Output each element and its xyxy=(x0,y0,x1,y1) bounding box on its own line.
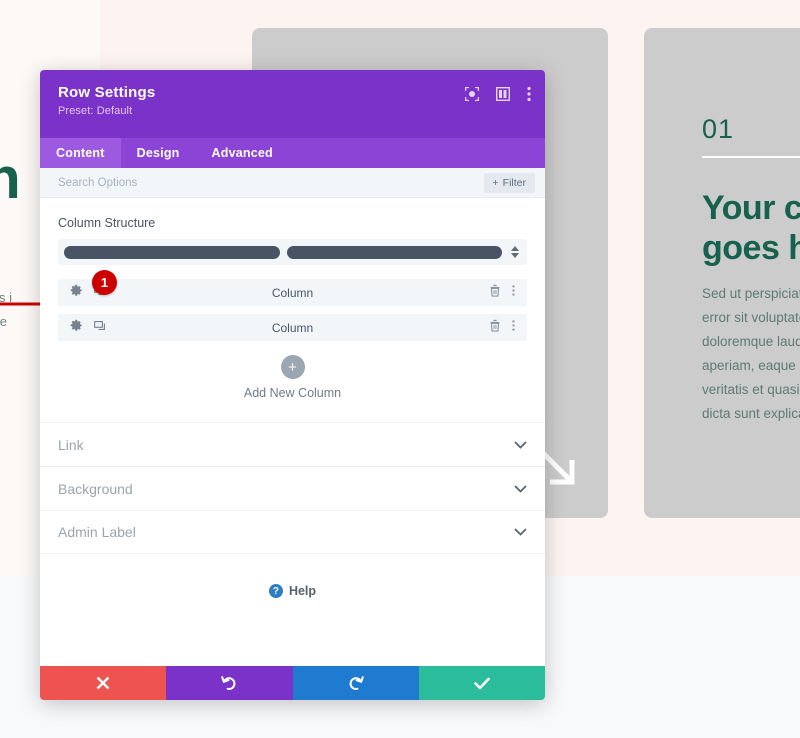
accordion-item-link[interactable]: Link xyxy=(40,422,545,466)
help-link[interactable]: ? Help xyxy=(40,584,545,598)
modal-footer xyxy=(40,666,545,700)
tab-design[interactable]: Design xyxy=(121,138,196,168)
search-bar: Search Options + Filter xyxy=(40,168,545,198)
tab-advanced[interactable]: Advanced xyxy=(196,138,289,168)
step-badge-1: 1 xyxy=(92,270,117,295)
accordion-item-admin-label[interactable]: Admin Label xyxy=(40,510,545,554)
kebab-menu-icon[interactable] xyxy=(527,86,531,102)
checkmark-icon xyxy=(474,677,490,689)
chevron-down-icon xyxy=(514,440,527,449)
gear-icon[interactable] xyxy=(70,319,83,337)
column-list: 1 Column Column xyxy=(58,270,527,341)
redo-button[interactable] xyxy=(292,666,419,700)
duplicate-icon[interactable] xyxy=(94,319,107,337)
modal-header: Row Settings Preset: Default xyxy=(40,70,545,138)
help-label: Help xyxy=(288,584,317,598)
column-row-actions-right xyxy=(489,319,515,337)
accordion-item-background[interactable]: Background xyxy=(40,466,545,510)
modal-body: Column Structure 1 Column Column + Add N… xyxy=(40,198,545,666)
trash-icon[interactable] xyxy=(489,284,501,302)
column-structure-selector[interactable] xyxy=(58,239,527,265)
column-row-actions-left xyxy=(70,319,107,337)
accordion-label: Link xyxy=(58,436,84,453)
filter-button[interactable]: + Filter xyxy=(483,172,535,193)
filter-button-label: Filter xyxy=(502,176,526,189)
add-new-column-label: Add New Column xyxy=(243,386,342,400)
kebab-menu-icon[interactable] xyxy=(512,319,515,337)
panel-layout-icon[interactable] xyxy=(496,87,510,101)
cancel-button[interactable] xyxy=(40,666,167,700)
card-number: 01 xyxy=(702,114,735,144)
right-card: 01 Your c goes h Sed ut perspiciatis err… xyxy=(644,28,800,518)
kebab-menu-icon[interactable] xyxy=(512,284,515,302)
settings-accordion: Link Background Admin Label xyxy=(40,422,545,554)
add-new-column-button[interactable]: + Add New Column xyxy=(58,355,527,400)
preset-selector[interactable]: Preset: Default xyxy=(58,105,527,117)
tab-content[interactable]: Content xyxy=(40,138,121,168)
column-structure-label: Column Structure xyxy=(58,216,156,230)
chevron-down-icon xyxy=(514,528,527,536)
undo-button[interactable] xyxy=(166,666,293,700)
undo-icon xyxy=(221,676,236,690)
table-row[interactable]: 1 Column xyxy=(58,270,527,306)
card-divider xyxy=(702,156,800,158)
accordion-label: Admin Label xyxy=(58,524,136,540)
card-body-text: Sed ut perspiciatis error sit voluptate … xyxy=(702,286,800,421)
plus-icon: + xyxy=(492,176,499,189)
header-icon-group xyxy=(465,86,531,102)
question-mark-icon: ? xyxy=(268,584,283,598)
column-row-actions-right xyxy=(489,284,515,302)
page-title: Row Settings xyxy=(58,84,156,101)
chevron-down-icon xyxy=(514,484,527,493)
plus-icon: + xyxy=(280,355,305,379)
close-x-icon xyxy=(96,676,110,690)
search-input[interactable]: Search Options xyxy=(58,177,137,189)
card-heading: Your c goes h xyxy=(702,189,800,267)
column-structure-bar-1 xyxy=(64,245,280,259)
accordion-label: Background xyxy=(58,480,133,497)
table-row[interactable]: Column xyxy=(58,314,527,341)
redo-icon xyxy=(349,676,364,690)
gear-icon[interactable] xyxy=(70,284,83,302)
column-row-label: Column xyxy=(271,320,314,335)
trash-icon[interactable] xyxy=(489,319,501,337)
column-structure-section: Column Structure 1 Column Column + Add N… xyxy=(40,198,545,400)
row-settings-modal: Row Settings Preset: Default Content Des… xyxy=(40,70,545,700)
column-row-label: Column xyxy=(271,285,314,300)
column-structure-bar-2 xyxy=(286,245,502,259)
save-button[interactable] xyxy=(418,666,545,700)
modal-tabbar: Content Design Advanced xyxy=(40,138,545,168)
focus-target-icon[interactable] xyxy=(465,87,479,101)
chevron-updown-icon[interactable] xyxy=(509,246,521,258)
